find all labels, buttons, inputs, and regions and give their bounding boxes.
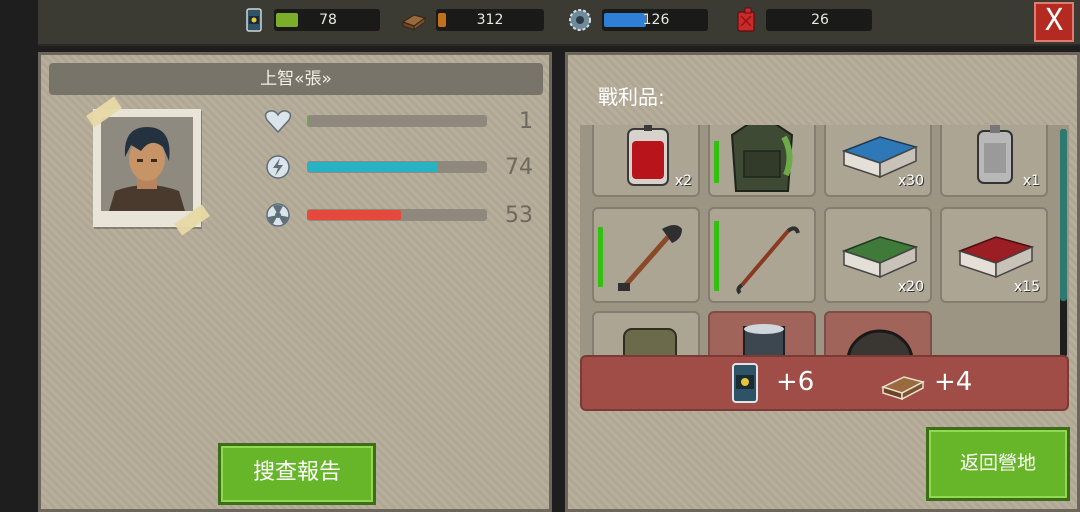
loot-slot[interactable] xyxy=(708,207,816,303)
tire-icon xyxy=(846,329,914,359)
loot-quantity: x20 xyxy=(897,279,924,295)
durability-bar xyxy=(714,141,719,183)
character-portrait xyxy=(86,96,210,236)
character-panel: 上智«張» 1 74 53 搜查報告 xyxy=(38,52,552,512)
loot-slot[interactable]: x1 xyxy=(940,125,1048,197)
loot-slot[interactable] xyxy=(708,125,816,197)
food-gain-value: +6 xyxy=(776,367,815,397)
portrait-image xyxy=(101,117,193,211)
radiation-bar-fill xyxy=(307,210,401,220)
durability-bar xyxy=(598,227,603,287)
energy-bar xyxy=(307,161,487,173)
parts-value: 126 xyxy=(642,12,670,28)
energy-value: 74 xyxy=(505,155,533,180)
loot-scrollbar[interactable] xyxy=(1060,129,1067,357)
vest-icon xyxy=(730,125,794,192)
loot-slot[interactable] xyxy=(592,311,700,359)
durability-bar xyxy=(714,221,719,291)
blue-cloth-bundle-icon xyxy=(841,136,919,179)
survivor-portrait-icon xyxy=(101,117,193,211)
fuel-value: 26 xyxy=(811,12,829,28)
loot-quantity: x2 xyxy=(674,173,692,189)
search-report-button[interactable]: 搜查報告 xyxy=(218,443,376,505)
radiation-bar xyxy=(307,209,487,221)
loot-slot[interactable] xyxy=(824,311,932,359)
health-value: 1 xyxy=(519,109,533,134)
loot-scrollbar-thumb[interactable] xyxy=(1060,129,1067,301)
health-bar xyxy=(307,115,487,127)
food-value: 78 xyxy=(319,12,337,28)
energy-bar-fill xyxy=(307,162,438,172)
health-bar-fill xyxy=(307,116,309,126)
food-can-icon xyxy=(246,8,262,32)
loot-title: 戰利品: xyxy=(598,85,665,109)
close-button[interactable]: X xyxy=(1034,2,1074,42)
wood-gain-value: +4 xyxy=(934,367,973,397)
loot-quantity: x15 xyxy=(1013,279,1040,295)
radiation-icon xyxy=(266,203,290,227)
green-cloth-bundle-icon xyxy=(841,236,919,279)
loot-slot[interactable]: x20 xyxy=(824,207,932,303)
gear-icon xyxy=(569,9,591,31)
resource-bar: 78 312 126 26 X xyxy=(38,0,1080,46)
loot-slot[interactable]: x30 xyxy=(824,125,932,197)
wood-value: 312 xyxy=(476,12,504,28)
return-to-camp-button[interactable]: 返回營地 xyxy=(926,427,1070,501)
radiation-value: 53 xyxy=(505,203,533,228)
energy-bolt-icon xyxy=(266,155,290,179)
heart-icon xyxy=(264,110,292,134)
loot-quantity: x1 xyxy=(1022,173,1040,189)
shovel-icon xyxy=(618,225,682,291)
food-meter-fill xyxy=(276,13,298,27)
wood-plank-icon xyxy=(401,14,427,32)
loot-slot[interactable] xyxy=(592,207,700,303)
blood-bag-icon xyxy=(627,125,669,186)
backpack-icon xyxy=(623,328,677,359)
canister-icon xyxy=(977,125,1013,184)
loot-quantity: x30 xyxy=(897,173,924,189)
loot-slot[interactable]: x15 xyxy=(940,207,1048,303)
red-cloth-bundle-icon xyxy=(957,236,1035,279)
character-name: 上智«張» xyxy=(49,63,543,95)
loot-slot[interactable] xyxy=(708,311,816,359)
metal-barrel-icon xyxy=(743,324,785,359)
loot-grid[interactable]: x2 x30 x1 x20 x15 xyxy=(580,125,1069,359)
wood-plank-icon xyxy=(880,376,926,401)
loot-slot[interactable]: x2 xyxy=(592,125,700,197)
fuel-canister-icon xyxy=(737,7,755,32)
wood-meter-fill xyxy=(438,13,446,27)
loot-panel: 戰利品: x2 x30 x1 x20 x15 +6 +4 返回營地 xyxy=(565,52,1080,512)
food-can-icon xyxy=(732,363,758,403)
crowbar-icon xyxy=(736,226,800,295)
loot-summary: +6 +4 xyxy=(580,355,1069,411)
